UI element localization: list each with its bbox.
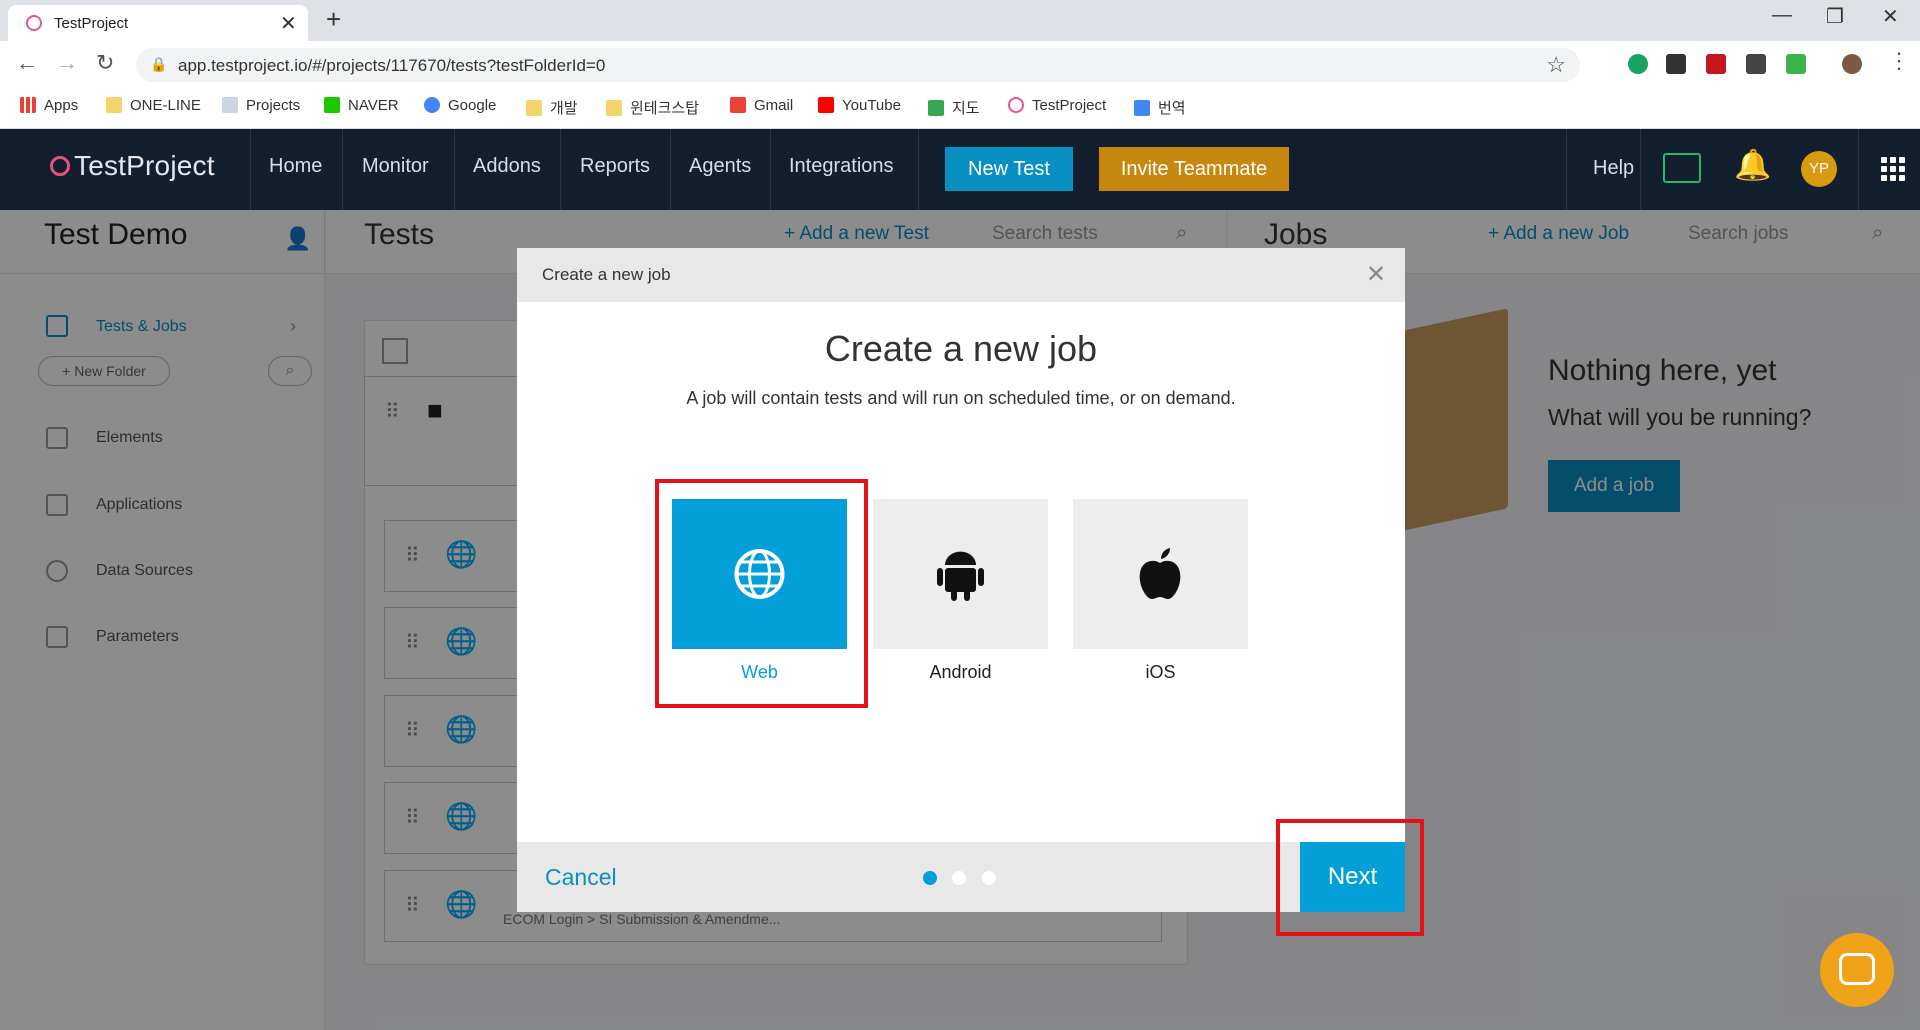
forward-icon[interactable]: → bbox=[56, 50, 78, 76]
back-icon[interactable]: ← bbox=[16, 50, 38, 76]
naver-icon bbox=[324, 97, 340, 113]
profile-avatar-icon[interactable] bbox=[1842, 54, 1862, 74]
apps-grid-icon bbox=[20, 97, 36, 113]
bookmark-testproject[interactable]: TestProject bbox=[1008, 97, 1106, 114]
bookmark-projects[interactable]: Projects bbox=[222, 97, 300, 114]
youtube-icon bbox=[818, 97, 834, 113]
extension-code-icon[interactable] bbox=[1786, 54, 1806, 74]
nav-monitor[interactable]: Monitor bbox=[362, 155, 429, 178]
platform-ios-label[interactable]: iOS bbox=[1073, 662, 1248, 683]
bookmark-google[interactable]: Google bbox=[424, 97, 496, 114]
folder-icon bbox=[106, 97, 122, 113]
translate-icon bbox=[1134, 100, 1150, 116]
nav-divider bbox=[250, 129, 251, 210]
platform-ios-tile[interactable] bbox=[1073, 499, 1248, 649]
nav-divider bbox=[454, 129, 455, 210]
logo-mark-icon bbox=[50, 156, 70, 176]
google-icon bbox=[424, 97, 440, 113]
nav-divider bbox=[342, 129, 343, 210]
gmail-icon bbox=[730, 97, 746, 113]
tab-title: TestProject bbox=[54, 15, 129, 32]
extension-green-icon[interactable] bbox=[1628, 54, 1648, 74]
step-indicator bbox=[952, 871, 966, 885]
agent-monitor-icon[interactable] bbox=[1663, 153, 1701, 183]
address-bar[interactable]: 🔒 app.testproject.io/#/projects/117670/t… bbox=[136, 48, 1580, 82]
bookmark-wintech[interactable]: 윈테크스탑 bbox=[606, 97, 699, 118]
bookmark-youtube[interactable]: YouTube bbox=[818, 97, 901, 114]
invite-teammate-button[interactable]: Invite Teammate bbox=[1099, 147, 1289, 191]
extension-selenium-icon[interactable] bbox=[1746, 54, 1766, 74]
step-indicator bbox=[982, 871, 996, 885]
projects-icon bbox=[222, 97, 238, 113]
chrome-menu-icon[interactable]: ⋮ bbox=[1888, 48, 1910, 74]
bookmark-translate[interactable]: 번역 bbox=[1134, 97, 1186, 118]
step-indicator-active bbox=[923, 871, 937, 885]
bookmark-gmail[interactable]: Gmail bbox=[730, 97, 793, 114]
bookmark-maps[interactable]: 지도 bbox=[928, 97, 980, 118]
android-icon bbox=[937, 551, 984, 601]
bookmark-one-line[interactable]: ONE-LINE bbox=[106, 97, 201, 114]
highlight-next-button bbox=[1276, 819, 1424, 936]
nav-reports[interactable]: Reports bbox=[580, 155, 650, 178]
lock-icon: 🔒 bbox=[150, 56, 168, 72]
testproject-logo[interactable]: TestProject bbox=[50, 150, 215, 182]
url-text: app.testproject.io/#/projects/117670/tes… bbox=[178, 56, 606, 75]
bookmark-star-icon[interactable]: ☆ bbox=[1546, 52, 1566, 78]
modal-header-title: Create a new job bbox=[542, 265, 671, 284]
nav-integrations[interactable]: Integrations bbox=[789, 155, 894, 178]
extension-pdf-icon[interactable] bbox=[1706, 54, 1726, 74]
nav-divider bbox=[918, 129, 919, 210]
user-avatar[interactable]: YP bbox=[1801, 151, 1837, 187]
extension-a-icon[interactable] bbox=[1666, 54, 1686, 74]
app-grid-icon[interactable] bbox=[1881, 157, 1905, 181]
bookmark-apps[interactable]: Apps bbox=[20, 97, 78, 114]
modal-description: A job will contain tests and will run on… bbox=[686, 388, 1236, 408]
folder-icon bbox=[606, 100, 622, 116]
bookmark-naver[interactable]: NAVER bbox=[324, 97, 399, 114]
nav-home[interactable]: Home bbox=[269, 155, 322, 178]
highlight-web-tile bbox=[655, 479, 868, 708]
reload-icon[interactable]: ↻ bbox=[96, 50, 114, 76]
platform-android-tile[interactable] bbox=[873, 499, 1048, 649]
minimize-icon[interactable]: — bbox=[1772, 4, 1792, 27]
nav-divider bbox=[560, 129, 561, 210]
cancel-button[interactable]: Cancel bbox=[545, 864, 617, 891]
folder-icon bbox=[526, 100, 542, 116]
nav-divider bbox=[670, 129, 671, 210]
testproject-icon bbox=[1008, 97, 1024, 113]
chat-icon bbox=[1839, 953, 1875, 985]
help-link[interactable]: Help bbox=[1593, 157, 1634, 180]
new-test-button[interactable]: New Test bbox=[945, 147, 1073, 191]
nav-divider bbox=[1566, 129, 1567, 210]
bookmark-dev[interactable]: 개발 bbox=[526, 97, 578, 118]
nav-divider bbox=[1640, 129, 1641, 210]
platform-android-label[interactable]: Android bbox=[873, 662, 1048, 683]
nav-divider bbox=[770, 129, 771, 210]
new-tab-icon[interactable]: + bbox=[326, 4, 341, 35]
browser-tab[interactable]: TestProject ✕ bbox=[8, 5, 308, 41]
maps-icon bbox=[928, 100, 944, 116]
testproject-favicon-icon bbox=[26, 15, 42, 31]
chat-widget-button[interactable] bbox=[1820, 933, 1894, 1007]
close-window-icon[interactable]: ✕ bbox=[1882, 4, 1899, 29]
apple-icon bbox=[1139, 548, 1181, 599]
close-tab-icon[interactable]: ✕ bbox=[280, 11, 297, 36]
restore-icon[interactable]: ❐ bbox=[1826, 4, 1844, 29]
nav-agents[interactable]: Agents bbox=[689, 155, 751, 178]
modal-title: Create a new job bbox=[824, 328, 1098, 369]
nav-addons[interactable]: Addons bbox=[473, 155, 541, 178]
bell-icon[interactable]: 🔔 bbox=[1734, 148, 1771, 183]
nav-divider bbox=[1858, 129, 1859, 210]
close-icon[interactable]: ✕ bbox=[1366, 260, 1386, 289]
